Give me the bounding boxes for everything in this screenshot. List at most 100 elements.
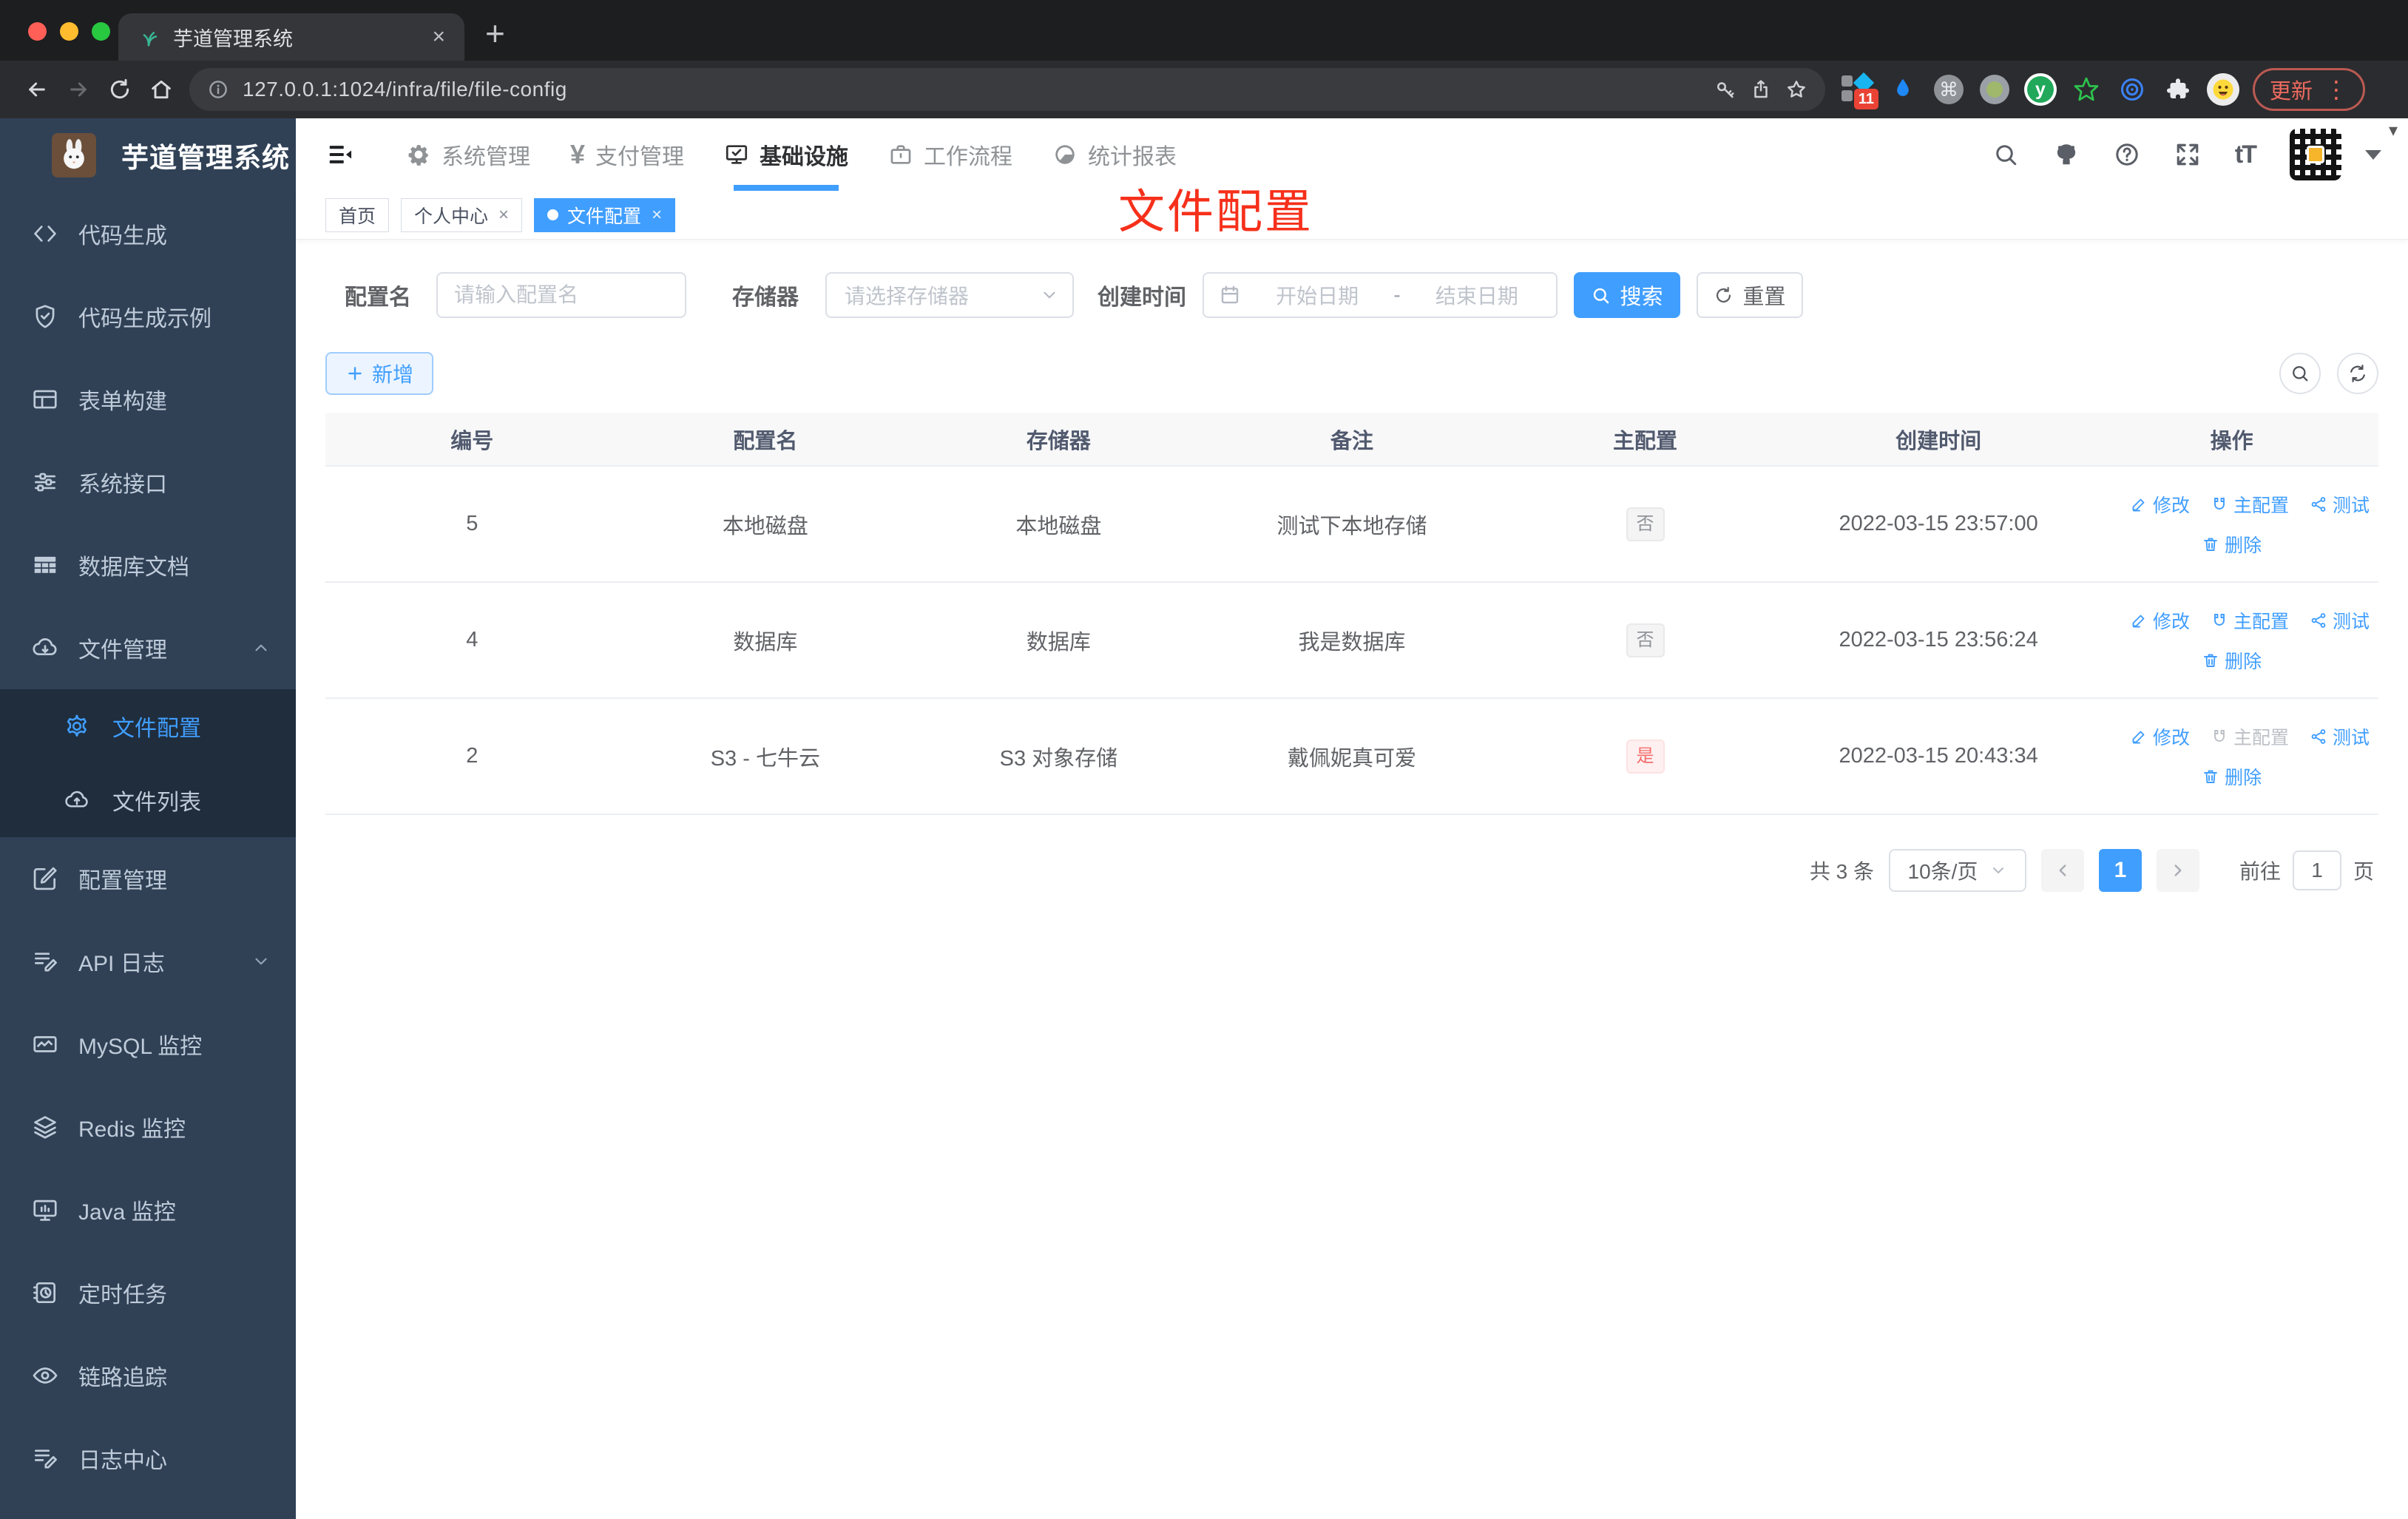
delete-action[interactable]: 删除	[2202, 763, 2262, 790]
share-nodes-icon	[2311, 728, 2326, 744]
storage-label: 存储器	[732, 285, 799, 310]
sidebar-item-form-builder[interactable]: 表单构建	[0, 358, 296, 441]
tag-file-config[interactable]: 文件配置 ×	[534, 197, 676, 232]
config-name-input[interactable]	[436, 272, 686, 318]
sidebar-item-scheduled-task[interactable]: 定时任务	[0, 1251, 296, 1334]
sidebar-item-file-config[interactable]: 文件配置	[0, 689, 296, 763]
back-icon[interactable]	[16, 69, 58, 110]
gear-icon	[408, 145, 428, 166]
font-size-icon[interactable]: tT	[2235, 141, 2257, 169]
col-remark: 备注	[1205, 413, 1499, 467]
new-tab-button[interactable]: +	[485, 13, 505, 53]
master-action[interactable]: 主配置	[2211, 607, 2289, 634]
emoji-extension-icon[interactable]	[2207, 73, 2239, 106]
data-table: 编号 配置名 存储器 备注 主配置 创建时间 操作 5 本地磁盘 本地磁盘 测试…	[325, 413, 2378, 815]
design-extension-icon[interactable]: 11	[1840, 72, 1878, 109]
chart-icon	[33, 1036, 57, 1052]
date-end-placeholder[interactable]: 结束日期	[1413, 280, 1541, 310]
gem-extension-icon[interactable]	[1886, 72, 1920, 106]
y-extension-icon[interactable]: y	[2023, 72, 2057, 106]
password-key-icon[interactable]	[1714, 78, 1736, 101]
nav-item-workflow[interactable]: 工作流程	[868, 118, 1032, 191]
command-extension-icon[interactable]: ⌘	[1932, 72, 1966, 106]
search-button[interactable]: 搜索	[1574, 272, 1680, 318]
avatar[interactable]	[2290, 129, 2341, 180]
minimize-window-button[interactable]	[60, 22, 78, 41]
show-search-button[interactable]	[2279, 353, 2321, 394]
home-icon[interactable]	[141, 69, 182, 110]
master-action[interactable]: 主配置	[2211, 491, 2289, 518]
search-icon[interactable]	[1992, 141, 2019, 168]
tag-profile[interactable]: 个人中心 ×	[401, 197, 523, 232]
storage-select[interactable]: 请选择存储器	[825, 272, 1074, 318]
browser-menu-icon[interactable]: ⋮	[2324, 78, 2348, 101]
fullscreen-icon[interactable]	[2174, 141, 2201, 168]
date-range-picker[interactable]: 开始日期 - 结束日期	[1203, 272, 1558, 318]
edit-action[interactable]: 修改	[2130, 723, 2190, 750]
tag-close-icon[interactable]: ×	[652, 205, 662, 226]
address-bar[interactable]: 127.0.0.1:1024/infra/file/file-config	[189, 68, 1825, 111]
sidebar-item-file-management[interactable]: 文件管理	[0, 606, 296, 689]
sidebar-item-db-doc[interactable]: 数据库文档	[0, 524, 296, 606]
table-row: 4 数据库 数据库 我是数据库 否 2022-03-15 23:56:24 修改…	[325, 582, 2378, 699]
app-logo[interactable]: 芋道管理系统	[0, 118, 296, 192]
sidebar-item-log-center[interactable]: 日志中心	[0, 1417, 296, 1500]
sidebar-item-file-list[interactable]: 文件列表	[0, 763, 296, 837]
test-action[interactable]: 测试	[2310, 607, 2370, 634]
page-unit-label: 页	[2353, 860, 2374, 883]
briefcase-icon	[890, 145, 911, 164]
sidebar-item-java-monitor[interactable]: Java 监控	[0, 1168, 296, 1251]
zoom-window-button[interactable]	[92, 22, 110, 41]
config-name-label: 配置名	[345, 285, 411, 310]
browser-update-button[interactable]: 更新 ⋮	[2253, 68, 2366, 111]
edit-action[interactable]: 修改	[2130, 491, 2190, 518]
url-text[interactable]: 127.0.0.1:1024/infra/file/file-config	[243, 78, 1701, 101]
sidebar-item-code-gen[interactable]: 代码生成	[0, 192, 296, 275]
star-extension-icon[interactable]	[2069, 72, 2103, 106]
tag-home[interactable]: 首页	[325, 197, 390, 232]
page-number-button[interactable]: 1	[2098, 849, 2142, 892]
tab-close-icon[interactable]: ×	[432, 26, 445, 48]
delete-action[interactable]: 删除	[2202, 531, 2262, 558]
sidebar-item-trace[interactable]: 链路追踪	[0, 1334, 296, 1417]
collapse-sidebar-icon[interactable]	[321, 135, 359, 174]
avatar-caret-icon[interactable]	[2365, 149, 2381, 160]
forward-icon[interactable]	[58, 69, 99, 110]
prev-page-button[interactable]	[2040, 849, 2084, 892]
delete-action[interactable]: 删除	[2202, 647, 2262, 674]
sidebar-item-api-log[interactable]: API 日志	[0, 920, 296, 1003]
sidebar-item-config-management[interactable]: 配置管理	[0, 837, 296, 920]
share-icon[interactable]	[1750, 78, 1772, 101]
page-size-select[interactable]: 10条/页	[1888, 849, 2026, 892]
puzzle-extension-icon[interactable]	[2161, 72, 2195, 106]
test-action[interactable]: 测试	[2310, 723, 2370, 750]
site-info-icon[interactable]	[207, 78, 229, 101]
add-button[interactable]: 新增	[325, 352, 433, 395]
browser-tab[interactable]: 芋道管理系统 ×	[118, 13, 464, 61]
github-icon[interactable]	[2053, 141, 2080, 168]
help-icon[interactable]	[2114, 141, 2140, 168]
refresh-table-button[interactable]	[2337, 353, 2378, 394]
sidebar-item-redis-monitor[interactable]: Redis 监控	[0, 1086, 296, 1168]
reload-icon[interactable]	[99, 69, 141, 110]
date-start-placeholder[interactable]: 开始日期	[1253, 280, 1381, 310]
reset-button[interactable]: 重置	[1697, 272, 1803, 318]
nav-item-infrastructure[interactable]: 基础设施	[704, 118, 868, 191]
dot-extension-icon[interactable]	[1978, 72, 2012, 106]
sidebar-item-mysql-monitor[interactable]: MySQL 监控	[0, 1003, 296, 1086]
goto-page-input[interactable]	[2292, 850, 2341, 890]
bookmark-star-icon[interactable]	[1785, 78, 1807, 101]
edit-action[interactable]: 修改	[2130, 607, 2190, 634]
chevron-down-icon	[1993, 867, 2004, 873]
active-tag-dot	[547, 209, 559, 220]
eye-extension-icon[interactable]	[2115, 72, 2149, 106]
test-action[interactable]: 测试	[2310, 491, 2370, 518]
nav-item-system[interactable]: 系统管理	[386, 118, 550, 191]
next-page-button[interactable]	[2156, 849, 2199, 892]
sidebar-item-system-api[interactable]: 系统接口	[0, 441, 296, 524]
sidebar-item-code-gen-demo[interactable]: 代码生成示例	[0, 275, 296, 358]
close-window-button[interactable]	[28, 22, 47, 41]
tag-close-icon[interactable]: ×	[498, 205, 509, 226]
file-management-submenu: 文件配置 文件列表	[0, 689, 296, 837]
nav-item-payment[interactable]: ¥ 支付管理	[550, 118, 704, 191]
